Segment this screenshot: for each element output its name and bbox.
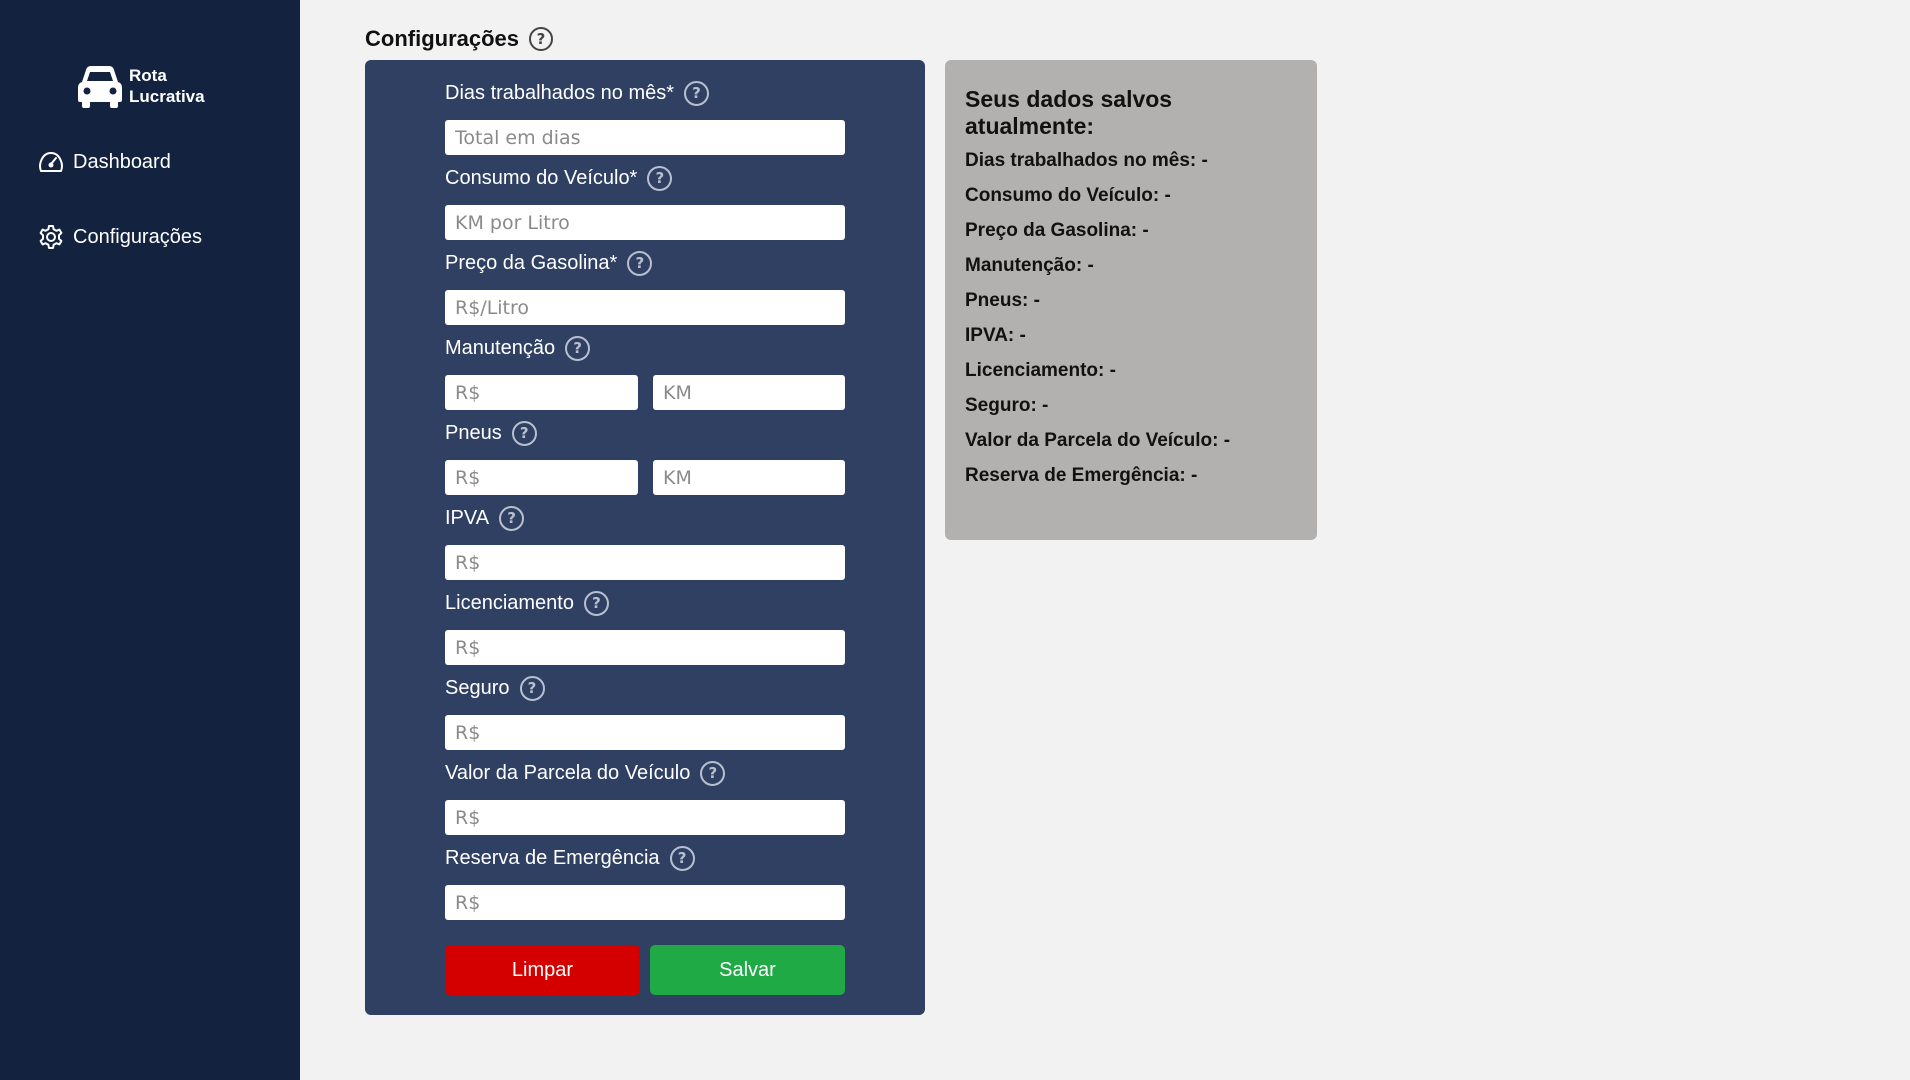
clear-button[interactable]: Limpar	[445, 945, 640, 995]
help-icon[interactable]: ?	[519, 675, 545, 701]
field-label-seguro: Seguro ?	[445, 675, 545, 701]
field-label-text: Seguro	[445, 676, 510, 699]
help-icon[interactable]: ?	[684, 80, 710, 106]
parcela-veiculo-input[interactable]	[445, 800, 845, 835]
page-title: Configurações ?	[365, 26, 554, 52]
field-label-licenciamento: Licenciamento ?	[445, 590, 609, 616]
dashboard-gauge-icon	[39, 152, 63, 172]
brand-name: Rota Lucrativa	[129, 65, 205, 107]
preco-gasolina-input[interactable]	[445, 290, 845, 325]
brand-name-line2: Lucrativa	[129, 87, 205, 106]
consumo-veiculo-input[interactable]	[445, 205, 845, 240]
help-icon[interactable]: ?	[669, 845, 695, 871]
saved-row-seguro: Seguro: -	[965, 395, 1049, 416]
field-label-dias-trabalhados: Dias trabalhados no mês* ?	[445, 80, 710, 106]
field-label-text: Reserva de Emergência	[445, 846, 660, 869]
brand-name-line1: Rota	[129, 66, 167, 85]
field-label-manutencao: Manutenção ?	[445, 335, 591, 361]
car-icon	[78, 66, 122, 108]
dias-trabalhados-input[interactable]	[445, 120, 845, 155]
sidebar-item-label: Dashboard	[73, 150, 171, 173]
help-icon[interactable]: ?	[647, 165, 673, 191]
field-label-reserva-emergencia: Reserva de Emergência ?	[445, 845, 695, 871]
licenciamento-input[interactable]	[445, 630, 845, 665]
sidebar-item-label: Configurações	[73, 225, 202, 248]
saved-row-ipva: IPVA: -	[965, 325, 1026, 346]
settings-form: Dias trabalhados no mês* ? Consumo do Ve…	[365, 60, 925, 1015]
sidebar-item-configuracoes[interactable]: Configurações	[38, 224, 202, 250]
save-button[interactable]: Salvar	[650, 945, 845, 995]
sidebar-item-dashboard[interactable]: Dashboard	[38, 149, 171, 175]
saved-data-title: Seus dados salvos atualmente:	[965, 86, 1173, 139]
field-label-text: Licenciamento	[445, 591, 574, 614]
saved-row-manutencao: Manutenção: -	[965, 255, 1094, 276]
saved-row-dias-trabalhados: Dias trabalhados no mês: -	[965, 150, 1208, 171]
field-label-text: Valor da Parcela do Veículo	[445, 761, 691, 784]
saved-row-pneus: Pneus: -	[965, 290, 1040, 311]
field-label-text: IPVA	[445, 506, 490, 529]
saved-row-reserva-emergencia: Reserva de Emergência: -	[965, 465, 1198, 486]
saved-row-parcela-veiculo: Valor da Parcela do Veículo: -	[965, 430, 1231, 451]
manutencao-km-input[interactable]	[653, 375, 845, 410]
ipva-input[interactable]	[445, 545, 845, 580]
help-icon[interactable]: ?	[565, 335, 591, 361]
saved-row-consumo-veiculo: Consumo do Veículo: -	[965, 185, 1171, 206]
field-label-text: Preço da Gasolina*	[445, 251, 618, 274]
help-icon[interactable]: ?	[511, 420, 537, 446]
page-title-text: Configurações	[365, 26, 520, 51]
manutencao-valor-input[interactable]	[445, 375, 638, 410]
field-label-preco-gasolina: Preço da Gasolina* ?	[445, 250, 653, 276]
help-icon[interactable]: ?	[700, 760, 726, 786]
field-label-pneus: Pneus ?	[445, 420, 537, 446]
field-label-text: Consumo do Veículo*	[445, 166, 638, 189]
field-label-parcela-veiculo: Valor da Parcela do Veículo ?	[445, 760, 726, 786]
gear-icon	[39, 225, 63, 249]
field-label-text: Dias trabalhados no mês*	[445, 81, 675, 104]
field-label-consumo-veiculo: Consumo do Veículo* ?	[445, 165, 673, 191]
pneus-valor-input[interactable]	[445, 460, 638, 495]
saved-data-panel: Seus dados salvos atualmente: Dias traba…	[945, 60, 1317, 540]
help-icon[interactable]: ?	[583, 590, 609, 616]
field-label-text: Manutenção	[445, 336, 556, 359]
sidebar: Rota Lucrativa Dashboard Configurações	[0, 0, 300, 1080]
brand-logo[interactable]: Rota Lucrativa	[76, 64, 205, 108]
pneus-km-input[interactable]	[653, 460, 845, 495]
field-label-ipva: IPVA ?	[445, 505, 525, 531]
field-label-text: Pneus	[445, 421, 502, 444]
seguro-input[interactable]	[445, 715, 845, 750]
saved-row-licenciamento: Licenciamento: -	[965, 360, 1116, 381]
saved-row-preco-gasolina: Preço da Gasolina: -	[965, 220, 1149, 241]
help-icon[interactable]: ?	[499, 505, 525, 531]
help-icon[interactable]: ?	[627, 250, 653, 276]
reserva-emergencia-input[interactable]	[445, 885, 845, 920]
help-icon[interactable]: ?	[529, 27, 554, 51]
